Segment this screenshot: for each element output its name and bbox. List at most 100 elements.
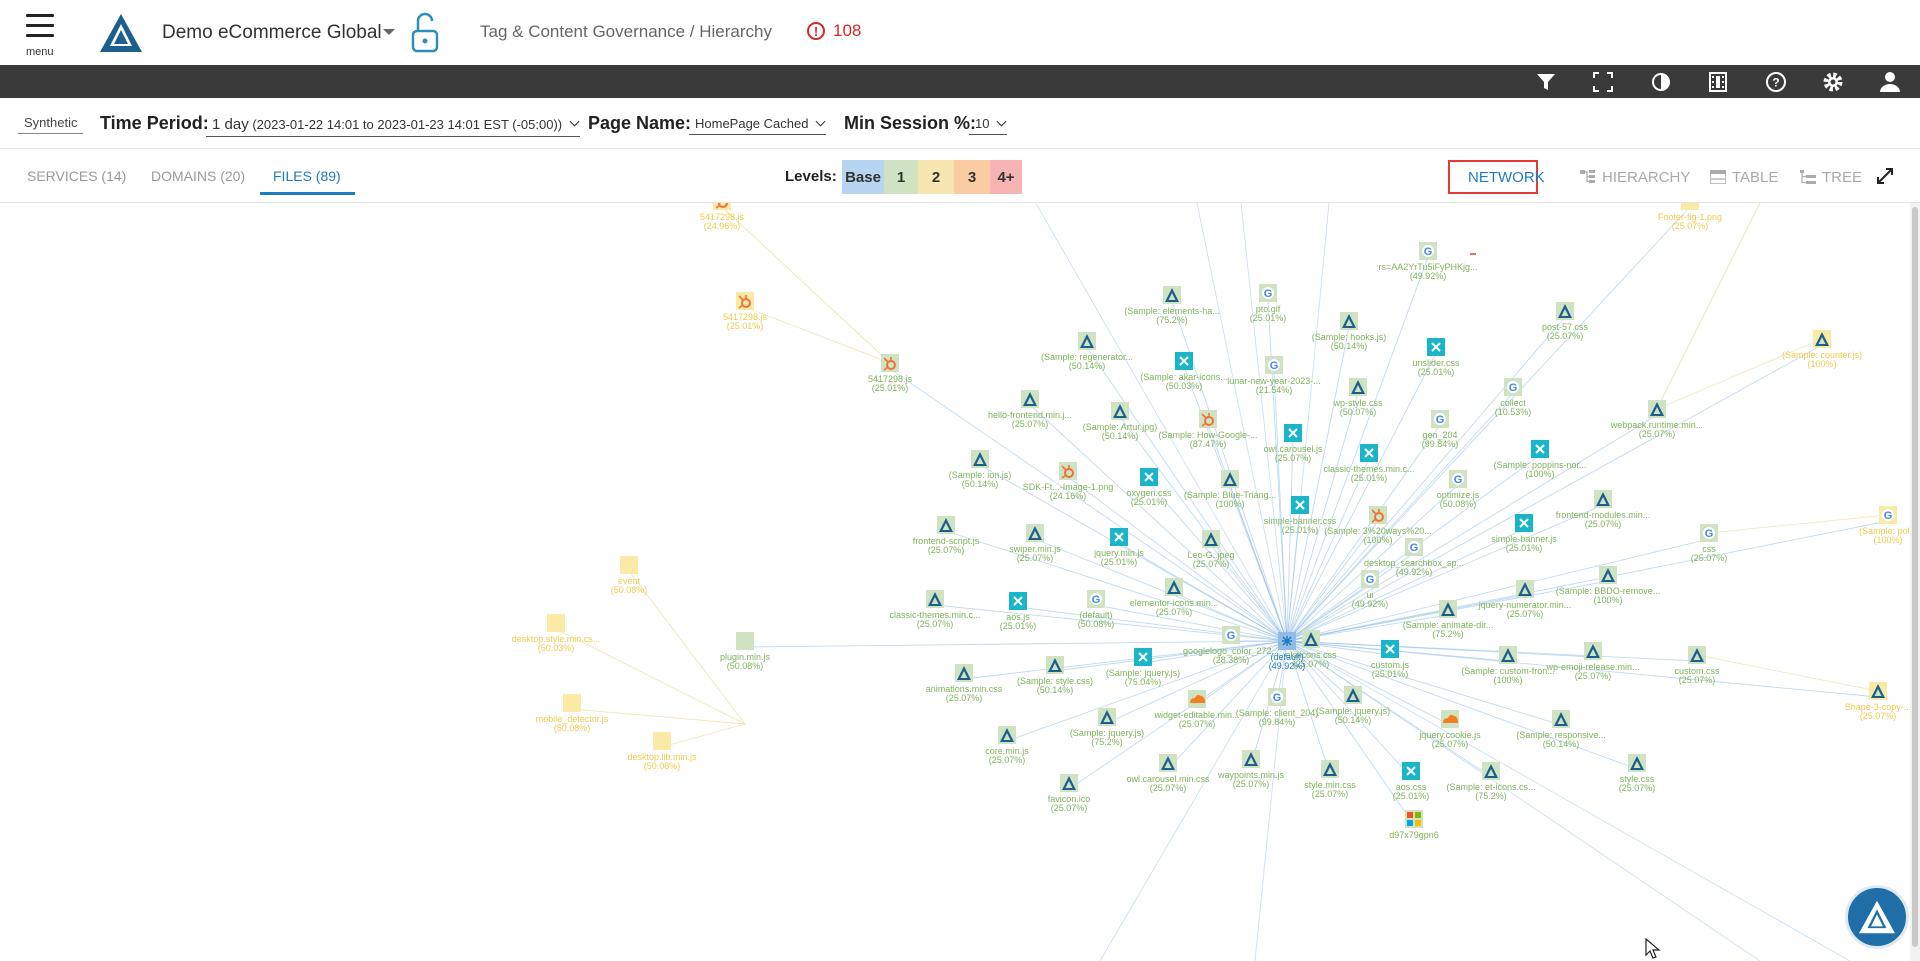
graph-node[interactable]: (Sample: et-icons.cs...(75.2%) <box>1446 762 1536 801</box>
graph-node[interactable]: (Sample: style.css)(50.14%) <box>1017 656 1093 695</box>
tab-domains[interactable]: DOMAINS (20) <box>151 168 245 184</box>
graph-node[interactable]: owl.carousel.js(25.07%) <box>1263 424 1323 463</box>
graph-node[interactable]: 5417298.js(24.96%) <box>700 203 745 231</box>
graph-node[interactable]: (Sample: akar-icons...(50.03%) <box>1140 352 1228 391</box>
expand-icon[interactable] <box>1877 168 1893 184</box>
graph-node[interactable]: Shape-3-copy-...(25.07%) <box>1845 682 1910 721</box>
measurement-mode-select[interactable]: Synthetic <box>18 115 84 134</box>
graph-node[interactable]: d97x79gpn6 <box>1389 810 1439 840</box>
graph-node[interactable]: favicon.ico(25.07%) <box>1048 774 1091 813</box>
level-base-button[interactable]: Base <box>842 160 884 194</box>
fullscreen-icon[interactable] <box>1590 69 1616 95</box>
graph-node[interactable]: oxygen.css(25.01%) <box>1126 468 1172 507</box>
film-icon[interactable] <box>1705 69 1731 95</box>
tab-services[interactable]: SERVICES (14) <box>27 168 126 184</box>
view-tree-button[interactable]: TREE <box>1800 160 1862 194</box>
graph-node[interactable]: animations.min.css(25.07%) <box>926 664 1003 703</box>
graph-node[interactable]: hello-frontend.min.j...(25.07%) <box>988 390 1072 429</box>
graph-node[interactable]: wp-emoji-release.min...(25.07%) <box>1545 642 1640 681</box>
graph-node[interactable]: style.css(25.07%) <box>1619 754 1656 793</box>
graph-node[interactable]: (Sample: regenerator...(50.14%) <box>1041 332 1133 371</box>
graph-node[interactable]: (Sample: jquery.js)(50.14%) <box>1316 686 1390 725</box>
graph-node[interactable]: mobile_detector.js(50.08%) <box>536 694 609 733</box>
graph-node[interactable]: style.min.css(25.07%) <box>1304 760 1356 799</box>
graph-node[interactable]: Glunar-new-year-2023-...(21.54%) <box>1227 356 1321 395</box>
graph-scrollbar-thumb[interactable] <box>1912 207 1918 947</box>
level-3-button[interactable]: 3 <box>954 160 990 194</box>
graph-node[interactable]: desktop.style.min.cs...(50.03%) <box>512 614 601 653</box>
view-hierarchy-button[interactable]: HIERARCHY <box>1580 160 1690 194</box>
level-1-button[interactable]: 1 <box>884 160 918 194</box>
view-table-button[interactable]: TABLE <box>1710 160 1778 194</box>
graph-node[interactable]: (Sample: jquery.js)(75.04%) <box>1106 648 1180 687</box>
time-period-select[interactable]: 1 day (2023-01-22 14:01 to 2023-01-23 14… <box>206 116 581 137</box>
graph-node[interactable]: classic-themes.min.c...(25.07%) <box>889 590 981 629</box>
catchpoint-icon <box>1159 754 1177 772</box>
graph-node[interactable]: swiper.min.js(25.07%) <box>1009 524 1061 563</box>
graph-node[interactable]: (Sample: jquery.js)(75.2%) <box>1070 708 1144 747</box>
workspace-dropdown-caret-icon[interactable] <box>383 29 395 35</box>
filter-icon[interactable] <box>1533 69 1559 95</box>
graph-node[interactable]: (Sample: Blue-Triang...(100%) <box>1184 470 1276 509</box>
unlock-icon[interactable] <box>410 9 440 55</box>
graph-node[interactable]: unslider.css(25.01%) <box>1412 338 1460 377</box>
app-logo[interactable] <box>98 12 144 54</box>
graph-node[interactable]: Grs=AA2YrTu5iFyPHKjg...(49.92%) <box>1379 242 1478 281</box>
level-4plus-button[interactable]: 4+ <box>990 160 1022 194</box>
graph-node[interactable]: (Sample: custom-fron...(100%) <box>1461 646 1555 685</box>
graph-node[interactable]: waypoints.min.js(25.07%) <box>1217 750 1285 789</box>
network-graph[interactable]: 5417298.js (24.96%) 5417298.js (25.01%) 5417… <box>0 203 1910 961</box>
tab-files[interactable]: FILES (89) <box>273 168 341 184</box>
graph-node[interactable]: custom.css(25.07%) <box>1674 646 1720 685</box>
graph-node[interactable]: (Sample: hooks.js)(50.14%) <box>1312 312 1387 351</box>
graph-node[interactable]: (Sample: ion.js)(50.14%) <box>949 450 1012 489</box>
graph-node[interactable]: event(50.08%) <box>611 556 648 595</box>
graph-node[interactable]: Gpto.gif(25.01%) <box>1250 284 1287 323</box>
graph-node[interactable]: frontend-script.js(25.07%) <box>913 516 980 555</box>
graph-node[interactable]: (Sample: poppins-nor...(100%) <box>1493 440 1587 479</box>
assistant-chat-button[interactable] <box>1845 885 1909 949</box>
graph-node[interactable]: core.min.js(25.07%) <box>985 726 1029 765</box>
graph-node[interactable]: classic-themes.min.c...(25.01%) <box>1323 444 1415 483</box>
graph-node[interactable]: G(Sample: pol...(100%) <box>1859 506 1910 545</box>
workspace-title[interactable]: Demo eCommerce Global <box>162 22 382 44</box>
graph-node[interactable]: (Sample: Artur.jpg)(50.14%) <box>1083 402 1158 441</box>
settings-icon[interactable] <box>1820 69 1846 95</box>
user-icon[interactable] <box>1877 69 1903 95</box>
graph-node[interactable]: Goptimize.js(50.08%) <box>1437 470 1480 509</box>
view-network-button[interactable]: NETWORK <box>1448 160 1545 194</box>
graph-node[interactable]: elementor-icons.min...(25.07%) <box>1130 578 1219 617</box>
graph-node[interactable]: simple-banner.js(25.01%) <box>1491 514 1557 553</box>
alert-indicator[interactable]: ! 108 <box>807 21 861 41</box>
graph-node[interactable]: (Sample: elements-ha...(75.2%) <box>1124 286 1220 325</box>
page-name-select[interactable]: HomePage Cached <box>689 116 827 135</box>
contrast-icon[interactable] <box>1648 69 1674 95</box>
help-icon[interactable]: ? <box>1763 69 1789 95</box>
menu-button[interactable]: menu <box>22 10 62 60</box>
graph-node[interactable]: webpack.runtime.min...(25.07%) <box>1610 400 1704 439</box>
teal-app-icon <box>1515 514 1533 532</box>
graph-node[interactable]: post-57.css(25.07%) <box>1542 302 1589 341</box>
graph-node[interactable]: plugin.min.js(50.08%) <box>720 632 771 671</box>
graph-node[interactable]: desktop.lib.min.js(50.08%) <box>627 732 697 771</box>
graph-node[interactable]: SDK-Ft...-Image-1.png(24.16%) <box>1023 462 1114 501</box>
graph-node[interactable]: Ggen_204(99.84%) <box>1422 410 1459 449</box>
graph-node[interactable]: G(default)(50.08%) <box>1078 590 1115 629</box>
graph-node[interactable]: Gcss(25.07%) <box>1691 524 1728 563</box>
graph-node[interactable]: jquery.cookie.js(25.07%) <box>1418 710 1481 749</box>
network-graph-canvas[interactable]: 5417298.js(24.96%) 5417298.js(25.01%) 5417… <box>0 203 1910 961</box>
graph-scrollbar[interactable] <box>1910 203 1920 961</box>
min-session-select[interactable]: 10 <box>969 116 1008 135</box>
graph-node[interactable]: Footer-fig-1.png(25.07%) <box>1658 203 1722 231</box>
graph-node[interactable]: 5417298.js(25.01%) <box>723 292 768 331</box>
graph-node[interactable]: (Sample: counter.js)(100%) <box>1782 330 1862 369</box>
graph-node[interactable]: Leo-G..jpeg(25.07%) <box>1187 530 1235 569</box>
graph-node[interactable]: owl.carousel.min.css(25.07%) <box>1126 754 1210 793</box>
graph-node[interactable]: aos.js(25.01%) <box>1000 592 1037 631</box>
graph-node[interactable]: 5417298.js(25.01%) <box>868 354 913 393</box>
graph-node[interactable]: frontend-modules.min...(25.07%) <box>1556 490 1651 529</box>
graph-node[interactable]: G(Sample: client_204)(99.84%) <box>1236 688 1319 727</box>
graph-node[interactable]: aos.css(25.01%) <box>1393 762 1430 801</box>
level-2-button[interactable]: 2 <box>918 160 954 194</box>
graph-node[interactable]: wp-style.css(50.07%) <box>1332 378 1383 417</box>
